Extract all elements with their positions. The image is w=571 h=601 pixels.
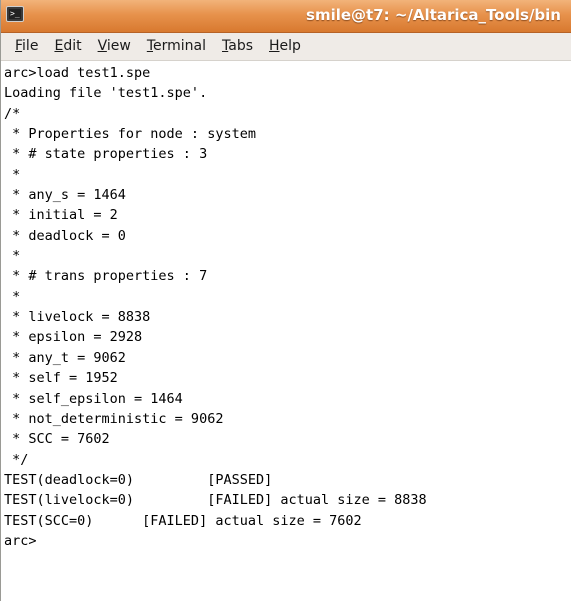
- terminal-window: >_ smile@t7: ~/Altarica_Tools/bin File E…: [0, 0, 571, 601]
- terminal-line: TEST(livelock=0) [FAILED] actual size = …: [4, 492, 427, 509]
- terminal-line: *: [4, 166, 21, 183]
- menu-view[interactable]: View: [90, 33, 139, 60]
- terminal-line: *: [4, 288, 21, 305]
- terminal-line: * any_s = 1464: [4, 187, 126, 204]
- menu-terminal[interactable]: Terminal: [139, 33, 214, 60]
- terminal-line: Loading file 'test1.spe'.: [4, 85, 208, 102]
- terminal-line: */: [4, 451, 29, 468]
- terminal-output[interactable]: arc>load test1.spe Loading file 'test1.s…: [1, 61, 571, 551]
- terminal-prompt[interactable]: arc>: [4, 531, 571, 551]
- window-title: smile@t7: ~/Altarica_Tools/bin: [306, 6, 561, 24]
- title-bar[interactable]: >_ smile@t7: ~/Altarica_Tools/bin: [1, 0, 571, 33]
- terminal-line: * deadlock = 0: [4, 227, 126, 244]
- terminal-line: *: [4, 248, 21, 265]
- terminal-line: * any_t = 9062: [4, 349, 126, 366]
- terminal-line: * epsilon = 2928: [4, 329, 143, 346]
- terminal-line: * initial = 2: [4, 207, 118, 224]
- terminal-line: * # state properties : 3: [4, 146, 208, 163]
- terminal-line: arc>load test1.spe: [4, 65, 151, 81]
- terminal-line: * SCC = 7602: [4, 431, 110, 448]
- terminal-line: * livelock = 8838: [4, 309, 151, 326]
- menu-bar: File Edit View Terminal Tabs Help: [1, 33, 571, 61]
- terminal-line: * Properties for node : system: [4, 126, 256, 143]
- menu-tabs[interactable]: Tabs: [214, 33, 261, 60]
- terminal-line: TEST(SCC=0) [FAILED] actual size = 7602: [4, 512, 362, 529]
- terminal-line: TEST(deadlock=0) [PASSED]: [4, 471, 273, 488]
- terminal-icon[interactable]: >_: [6, 6, 24, 22]
- terminal-line: * self = 1952: [4, 370, 118, 387]
- terminal-line: * self_epsilon = 1464: [4, 390, 183, 407]
- menu-help[interactable]: Help: [261, 33, 309, 60]
- menu-file[interactable]: File: [7, 33, 46, 60]
- terminal-line: /*: [4, 105, 21, 122]
- terminal-line: * # trans properties : 7: [4, 268, 208, 285]
- menu-edit[interactable]: Edit: [46, 33, 89, 60]
- terminal-line: * not_deterministic = 9062: [4, 410, 224, 427]
